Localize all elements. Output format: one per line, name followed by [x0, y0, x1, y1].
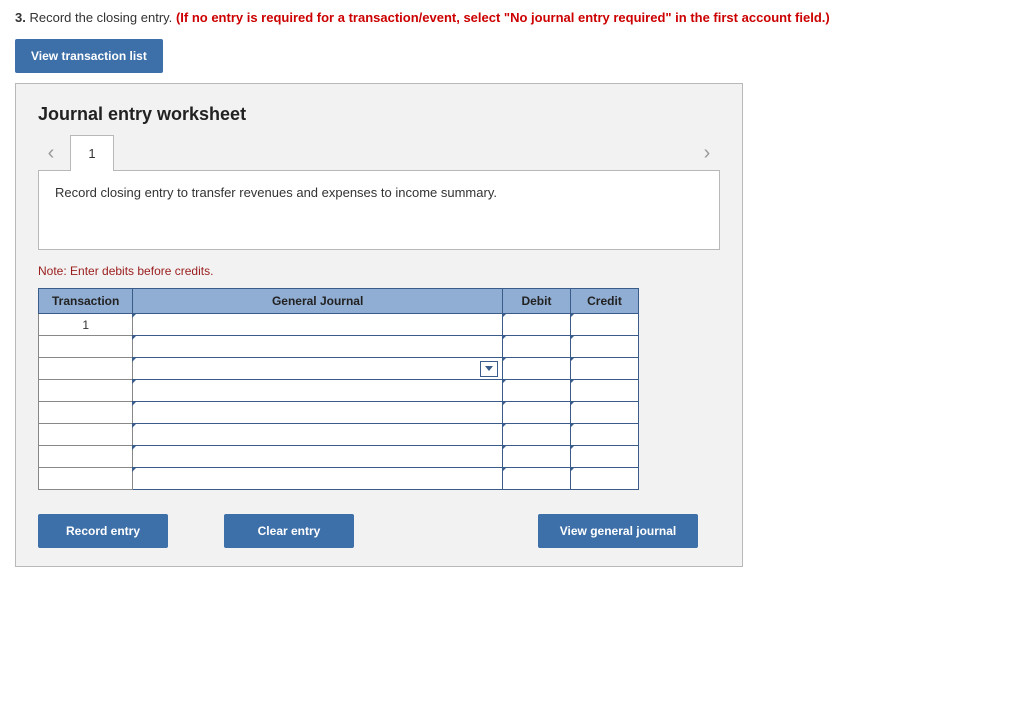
header-general-journal: General Journal — [133, 289, 503, 314]
account-cell[interactable] — [133, 402, 503, 424]
debit-cell[interactable] — [502, 336, 570, 358]
account-cell[interactable] — [133, 446, 503, 468]
transaction-cell — [39, 446, 133, 468]
table-row: 1 — [39, 314, 639, 336]
record-entry-button[interactable]: Record entry — [38, 514, 168, 548]
debit-cell[interactable] — [502, 358, 570, 380]
question-number: 3. — [15, 10, 26, 25]
worksheet-title: Journal entry worksheet — [38, 104, 720, 125]
chevron-down-icon — [485, 366, 493, 371]
credit-cell[interactable] — [570, 424, 638, 446]
tab-1[interactable]: 1 — [70, 135, 114, 171]
action-button-row: Record entry Clear entry View general jo… — [38, 514, 698, 548]
credit-cell[interactable] — [570, 446, 638, 468]
prev-icon[interactable]: ‹ — [38, 135, 64, 171]
credit-cell[interactable] — [570, 336, 638, 358]
credit-cell[interactable] — [570, 380, 638, 402]
header-transaction: Transaction — [39, 289, 133, 314]
question-text: Record the closing entry. — [29, 10, 172, 25]
instruction-box: Record closing entry to transfer revenue… — [38, 170, 720, 250]
debit-cell[interactable] — [502, 314, 570, 336]
debit-cell[interactable] — [502, 446, 570, 468]
instruction-text: Record closing entry to transfer revenue… — [55, 185, 497, 200]
clear-entry-button[interactable]: Clear entry — [224, 514, 354, 548]
view-general-journal-button[interactable]: View general journal — [538, 514, 698, 548]
account-cell[interactable] — [133, 380, 503, 402]
table-row — [39, 468, 639, 490]
account-cell[interactable] — [133, 358, 503, 380]
table-row — [39, 402, 639, 424]
debit-cell[interactable] — [502, 402, 570, 424]
debit-cell[interactable] — [502, 468, 570, 490]
account-cell[interactable] — [133, 336, 503, 358]
transaction-cell — [39, 468, 133, 490]
header-debit: Debit — [502, 289, 570, 314]
journal-worksheet-panel: Journal entry worksheet ‹ 1 › Record clo… — [15, 83, 743, 567]
credit-cell[interactable] — [570, 314, 638, 336]
header-credit: Credit — [570, 289, 638, 314]
view-transaction-list-button[interactable]: View transaction list — [15, 39, 163, 73]
table-header-row: Transaction General Journal Debit Credit — [39, 289, 639, 314]
account-cell[interactable] — [133, 468, 503, 490]
credit-cell[interactable] — [570, 468, 638, 490]
table-row — [39, 424, 639, 446]
transaction-cell — [39, 358, 133, 380]
table-row — [39, 446, 639, 468]
transaction-cell — [39, 336, 133, 358]
transaction-cell — [39, 402, 133, 424]
next-icon[interactable]: › — [694, 135, 720, 171]
tab-row: ‹ 1 › — [38, 135, 720, 171]
transaction-cell — [39, 424, 133, 446]
account-cell[interactable] — [133, 314, 503, 336]
credit-cell[interactable] — [570, 358, 638, 380]
account-cell[interactable] — [133, 424, 503, 446]
journal-table: Transaction General Journal Debit Credit… — [38, 288, 639, 490]
account-dropdown-button[interactable] — [480, 361, 498, 377]
note-text: Note: Enter debits before credits. — [38, 264, 720, 278]
debit-cell[interactable] — [502, 380, 570, 402]
credit-cell[interactable] — [570, 402, 638, 424]
transaction-cell — [39, 380, 133, 402]
question-row: 3. Record the closing entry. (If no entr… — [15, 10, 1009, 25]
table-row — [39, 336, 639, 358]
table-row — [39, 358, 639, 380]
table-row — [39, 380, 639, 402]
transaction-cell: 1 — [39, 314, 133, 336]
debit-cell[interactable] — [502, 424, 570, 446]
question-hint: (If no entry is required for a transacti… — [176, 10, 830, 25]
